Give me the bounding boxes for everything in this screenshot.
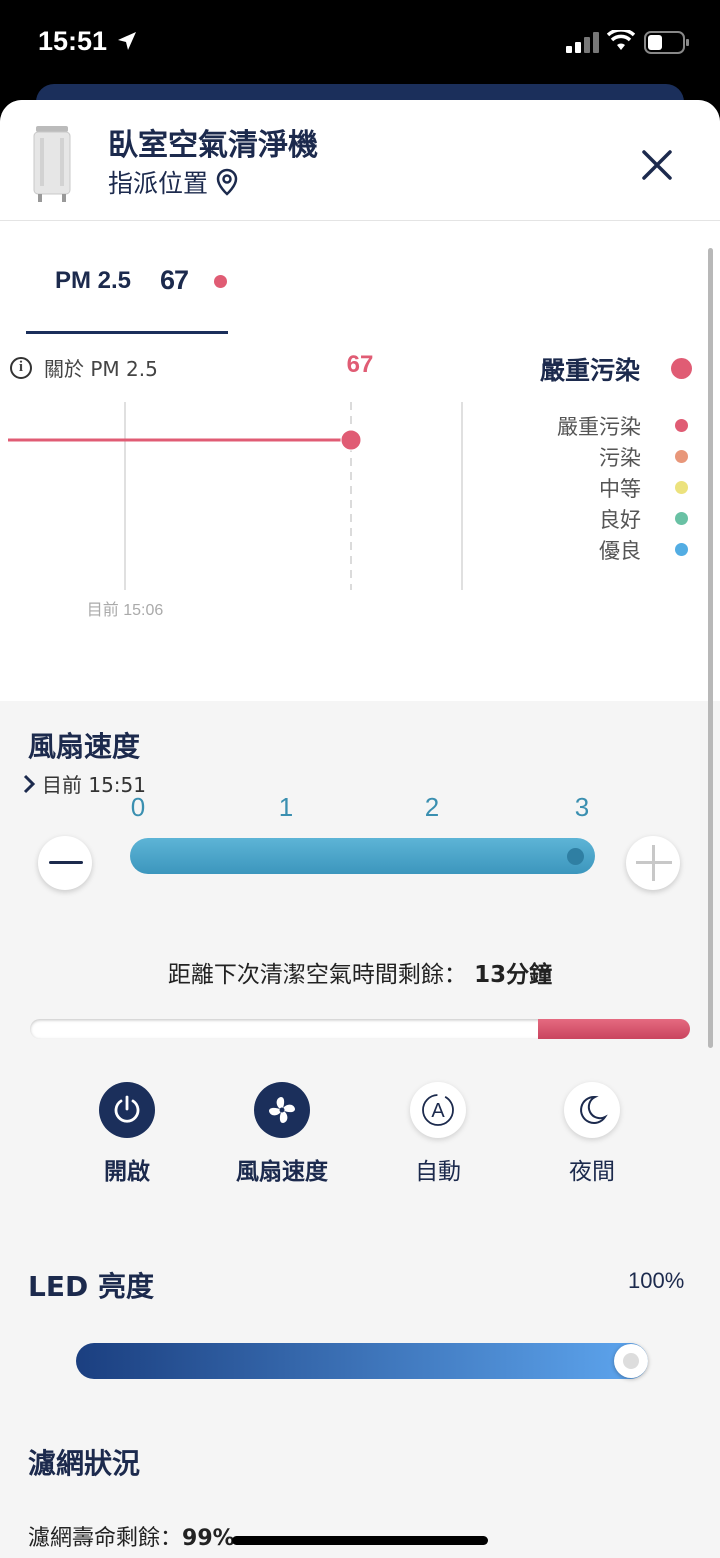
minus-icon [49, 861, 83, 864]
fan-speed-label[interactable]: 1 [271, 792, 301, 823]
legend-item: 中等 [599, 472, 688, 503]
power-icon [99, 1082, 155, 1138]
svg-text:A: A [431, 1100, 445, 1122]
mode-label: 開啟 [104, 1159, 150, 1185]
device-title: 臥室空氣清淨機 [108, 128, 318, 163]
led-brightness-slider-thumb[interactable] [614, 1344, 648, 1378]
legend-item: 污染 [599, 441, 688, 472]
fan-speed-slider-thumb[interactable] [567, 848, 584, 865]
legend-item: 嚴重污染 [557, 410, 688, 441]
clean-progress-bar [30, 1019, 690, 1039]
pm-tab-value: 67 [160, 265, 189, 295]
wifi-icon [607, 30, 635, 50]
legend-dot [675, 543, 688, 556]
sheet-header: 臥室空氣清淨機 指派位置 [0, 100, 720, 221]
fan-speed-label[interactable]: 0 [123, 792, 153, 823]
clean-progress-fill [538, 1019, 690, 1039]
moon-icon [564, 1082, 620, 1138]
scrollbar[interactable] [708, 248, 713, 1048]
fan-speed-label[interactable]: 3 [567, 792, 597, 823]
mode-power-button[interactable]: 開啟 [62, 1082, 192, 1186]
home-indicator[interactable] [232, 1536, 488, 1545]
about-pm25-label: 關於 PM 2.5 [44, 357, 158, 381]
mode-night-button[interactable]: 夜間 [527, 1082, 657, 1186]
led-brightness-slider[interactable] [76, 1343, 648, 1379]
status-bar: 15:51 [0, 0, 720, 90]
mode-label: 風扇速度 [236, 1159, 328, 1185]
pm-status-dot [214, 275, 227, 288]
mode-auto-button[interactable]: A 自動 [373, 1082, 503, 1186]
air-quality-status-dot [671, 358, 692, 379]
mode-label: 夜間 [569, 1159, 615, 1185]
decrease-fan-button[interactable] [38, 836, 92, 890]
mode-fan-button[interactable]: 風扇速度 [217, 1082, 347, 1186]
legend-label: 中等 [599, 476, 641, 501]
fan-speed-label[interactable]: 2 [417, 792, 447, 823]
info-icon: i [10, 356, 32, 379]
filter-life-value: 99% [182, 1526, 235, 1551]
mode-label: 自動 [415, 1159, 461, 1185]
pm25-chart: 目前 15:06 [8, 402, 463, 619]
legend-label: 良好 [599, 507, 641, 532]
clean-timer-value: 13分鐘 [474, 962, 553, 988]
legend-label: 污染 [599, 445, 641, 470]
pm25-data-point [340, 429, 362, 451]
location-arrow-icon [118, 32, 136, 50]
filter-life-label: 濾網壽命剩餘： [28, 1526, 183, 1551]
close-icon[interactable] [636, 144, 678, 186]
led-brightness-title: LED 亮度 [28, 1270, 154, 1303]
legend-dot [675, 450, 688, 463]
legend-dot [675, 481, 688, 494]
increase-fan-button[interactable] [626, 836, 680, 890]
fan-speed-slider[interactable] [130, 838, 595, 874]
status-time: 15:51 [38, 26, 108, 56]
air-quality-status: 嚴重污染 [540, 356, 641, 385]
legend-dot [675, 419, 688, 432]
clean-timer-text: 距離下次清潔空氣時間剩餘： 13分鐘 [0, 955, 720, 989]
legend-item: 優良 [599, 534, 688, 565]
fan-icon [254, 1082, 310, 1138]
chevron-right-icon [23, 774, 36, 793]
battery-icon [644, 31, 689, 54]
chart-current-value: 67 [346, 351, 374, 378]
assign-location-link[interactable]: 指派位置 [108, 164, 238, 200]
fan-speed-title: 風扇速度 [28, 730, 141, 763]
cellular-signal-icon [566, 32, 599, 53]
legend-dot [675, 512, 688, 525]
pm-tab-label: PM 2.5 [55, 267, 132, 294]
x-tick-label: 目前 15:06 [87, 601, 164, 619]
legend-label: 優良 [599, 538, 641, 563]
about-pm25-link[interactable]: i 關於 PM 2.5 [10, 353, 158, 382]
tab-pm25[interactable]: PM 2.5 67 [26, 251, 228, 334]
auto-icon: A [410, 1082, 466, 1138]
air-purifier-image [33, 126, 71, 202]
location-pin-icon [216, 168, 238, 196]
legend-label: 嚴重污染 [557, 414, 641, 439]
clean-timer-label: 距離下次清潔空氣時間剩餘： [167, 962, 467, 988]
device-sheet: 臥室空氣清淨機 指派位置 PM 2.5 67 i 關於 PM 2.5 67 嚴重… [0, 100, 720, 1558]
legend-item: 良好 [599, 503, 688, 534]
filter-life-text: 濾網壽命剩餘：99% [28, 1520, 235, 1552]
filter-status-title: 濾網狀況 [28, 1447, 141, 1480]
assign-location-label: 指派位置 [108, 169, 209, 198]
led-brightness-value: 100% [628, 1268, 685, 1293]
